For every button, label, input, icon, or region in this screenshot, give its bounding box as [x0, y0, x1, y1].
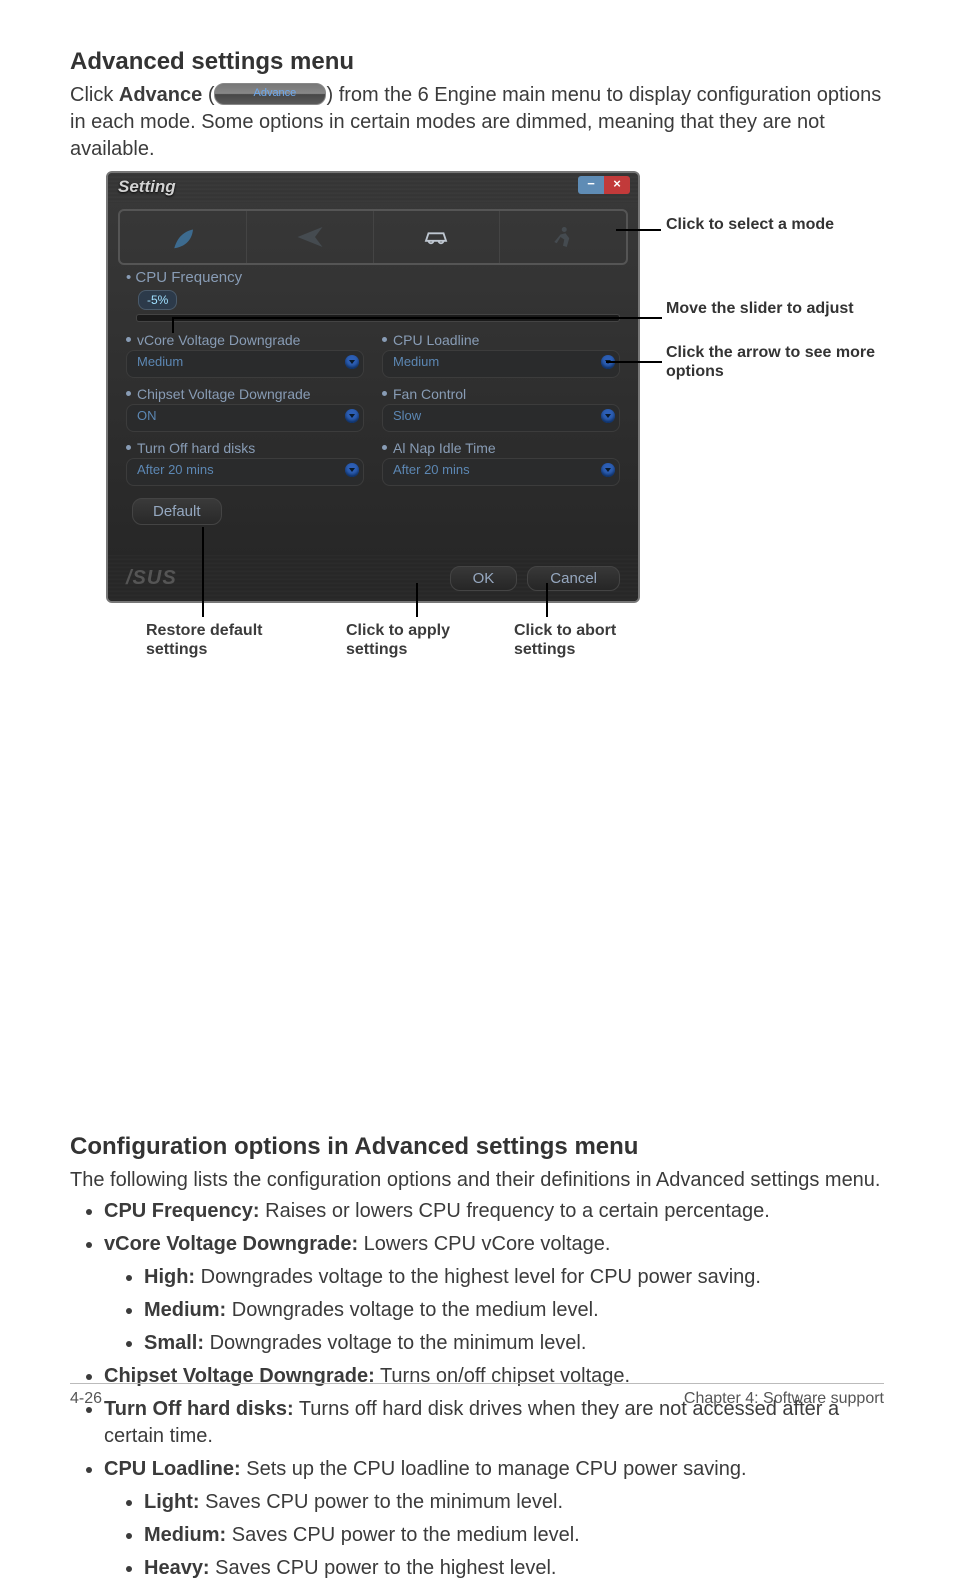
turnoff-label: Turn Off hard disks	[126, 440, 364, 456]
chipset-label: Chipset Voltage Downgrade	[126, 386, 364, 402]
callout-click-arrow: Click the arrow to see more options	[666, 343, 886, 381]
chevron-down-icon[interactable]	[345, 355, 359, 369]
chapter-label: Chapter 4: Software support	[684, 1390, 884, 1408]
heading-advanced-settings: Advanced settings menu	[70, 48, 884, 76]
bullet-vcore-small: Small: Downgrades voltage to the minimum…	[144, 1330, 884, 1357]
minimize-button[interactable]: −	[578, 176, 604, 194]
plane-icon	[295, 222, 325, 252]
fan-select[interactable]: Slow	[382, 404, 620, 432]
cancel-button[interactable]: Cancel	[527, 566, 620, 591]
page-number: 4-26	[70, 1390, 102, 1408]
bullet-loadline-medium: Medium: Saves CPU power to the medium le…	[144, 1522, 884, 1549]
heading-configuration-options: Configuration options in Advanced settin…	[70, 1133, 884, 1161]
bullet-loadline-light: Light: Saves CPU power to the minimum le…	[144, 1489, 884, 1516]
chevron-down-icon[interactable]	[345, 409, 359, 423]
bullet-vcore-high: High: Downgrades voltage to the highest …	[144, 1264, 884, 1291]
alnap-label: Al Nap Idle Time	[382, 440, 620, 456]
mode-tab-leaf[interactable]	[120, 211, 247, 263]
close-button[interactable]: ×	[604, 176, 630, 194]
default-button[interactable]: Default	[132, 498, 222, 525]
intro-advance-word: Advance	[119, 84, 202, 106]
chipset-select[interactable]: ON	[126, 404, 364, 432]
leaf-icon	[168, 222, 198, 252]
caption-restore: Restore default settings	[146, 621, 296, 659]
vcore-label: vCore Voltage Downgrade	[126, 332, 364, 348]
bullet-vcore: vCore Voltage Downgrade: Lowers CPU vCor…	[104, 1231, 884, 1357]
intro-text: Click	[70, 84, 119, 106]
bullet-vcore-medium: Medium: Downgrades voltage to the medium…	[144, 1297, 884, 1324]
titlebar: Setting − ×	[108, 173, 638, 203]
ok-button[interactable]: OK	[450, 566, 518, 591]
loadline-label: CPU Loadline	[382, 332, 620, 348]
bullet-loadline-heavy: Heavy: Saves CPU power to the highest le…	[144, 1555, 884, 1582]
vcore-select[interactable]: Medium	[126, 350, 364, 378]
caption-abort: Click to abort settings	[514, 621, 654, 659]
callout-move-slider: Move the slider to adjust	[666, 299, 854, 318]
mode-tab-car[interactable]	[374, 211, 501, 263]
chevron-down-icon[interactable]	[345, 463, 359, 477]
cpu-frequency-label: • CPU Frequency	[126, 269, 638, 286]
slider-value: -5%	[138, 290, 177, 310]
caption-apply: Click to apply settings	[346, 621, 486, 659]
bullet-loadline: CPU Loadline: Sets up the CPU loadline t…	[104, 1456, 884, 1582]
alnap-select[interactable]: After 20 mins	[382, 458, 620, 486]
page-footer: 4-26 Chapter 4: Software support	[70, 1383, 884, 1408]
settings-dialog: Setting − ×	[106, 171, 640, 603]
mode-tab-run[interactable]	[500, 211, 626, 263]
bullet-cpu-freq: CPU Frequency: Raises or lowers CPU freq…	[104, 1198, 884, 1225]
mode-tab-plane[interactable]	[247, 211, 374, 263]
intro-paragraph: Click Advance (Advance) from the 6 Engin…	[70, 82, 884, 163]
fan-label: Fan Control	[382, 386, 620, 402]
dialog-title: Setting	[108, 173, 186, 201]
chevron-down-icon[interactable]	[601, 463, 615, 477]
car-icon	[421, 222, 451, 252]
chevron-down-icon[interactable]	[601, 409, 615, 423]
callout-select-mode: Click to select a mode	[666, 215, 834, 234]
run-icon	[548, 222, 578, 252]
brand-logo: /SUS	[126, 567, 177, 590]
mode-selector	[118, 209, 628, 265]
intro2-paragraph: The following lists the configuration op…	[70, 1167, 884, 1194]
loadline-select[interactable]: Medium	[382, 350, 620, 378]
turnoff-select[interactable]: After 20 mins	[126, 458, 364, 486]
advance-chip-icon: Advance	[214, 83, 326, 105]
